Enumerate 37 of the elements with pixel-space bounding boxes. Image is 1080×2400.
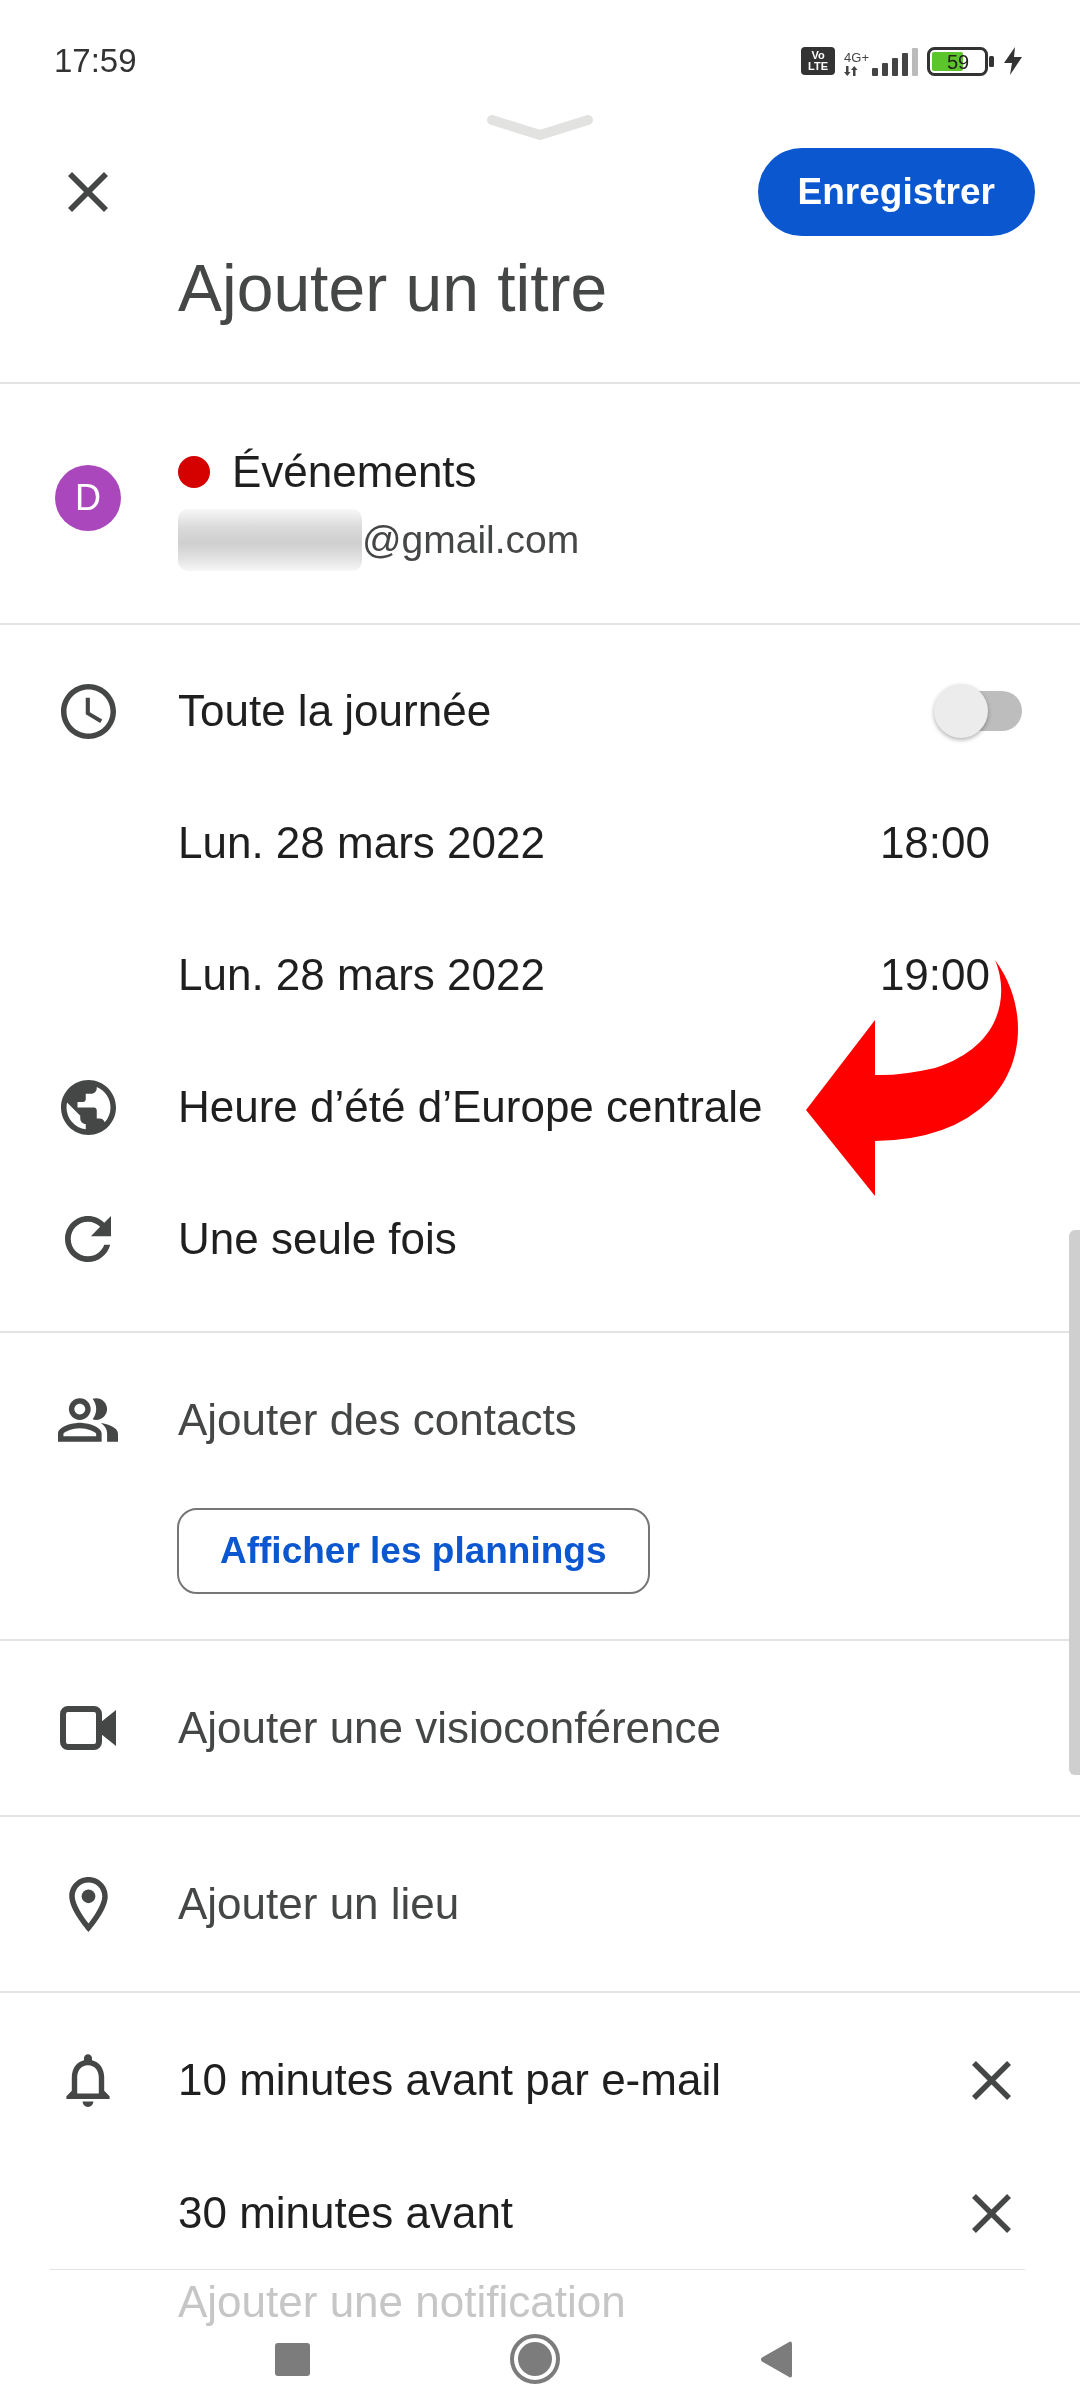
calendar-name[interactable]: Événements [232,447,477,497]
recurrence-label[interactable]: Une seule fois [178,1214,457,1264]
bell-icon [66,2053,110,2107]
close-icon[interactable] [972,2060,1011,2100]
all-day-label: Toute la journée [178,686,492,736]
home-icon[interactable] [510,2334,560,2384]
square-icon[interactable] [275,2342,310,2376]
add-location-item[interactable]: Ajouter un lieu [178,1879,460,1929]
close-icon[interactable] [68,172,108,212]
account-avatar: D [55,465,121,531]
volte-badge: Vo LTE [801,47,836,75]
location-pin-icon [68,1876,108,1932]
start-date[interactable]: Lun. 28 mars 2022 [178,818,545,868]
start-time[interactable]: 18:00 [879,818,990,868]
notification-item[interactable]: 30 minutes avant [178,2188,514,2238]
clock-icon [60,683,116,739]
status-time: 17:59 [54,42,137,80]
add-guests-item[interactable]: Ajouter des contacts [178,1395,577,1445]
network-type-label: 4G+ [844,51,869,64]
view-schedules-button[interactable]: Afficher les plannings [177,1508,650,1594]
end-time[interactable]: 19:00 [879,950,990,1000]
repeat-icon [65,1216,111,1262]
data-arrows-icon [844,66,859,76]
end-date[interactable]: Lun. 28 mars 2022 [178,950,545,1000]
account-email: @gmail.com [362,518,580,562]
save-button[interactable]: Enregistrer [757,148,1035,236]
close-icon[interactable] [972,2193,1011,2233]
signal-icon [872,48,918,76]
title-field[interactable]: Ajouter un titre [178,248,1018,327]
timezone-label[interactable]: Heure d’été d’Europe centrale [178,1082,763,1132]
all-day-switch[interactable] [934,684,1022,738]
back-icon[interactable] [760,2340,792,2378]
globe-icon [60,1079,116,1135]
notification-item[interactable]: 10 minutes avant par e-mail [178,2055,721,2105]
people-icon [58,1398,118,1442]
video-camera-icon [60,1706,116,1750]
add-video-conference-item[interactable]: Ajouter une visioconférence [178,1703,721,1753]
